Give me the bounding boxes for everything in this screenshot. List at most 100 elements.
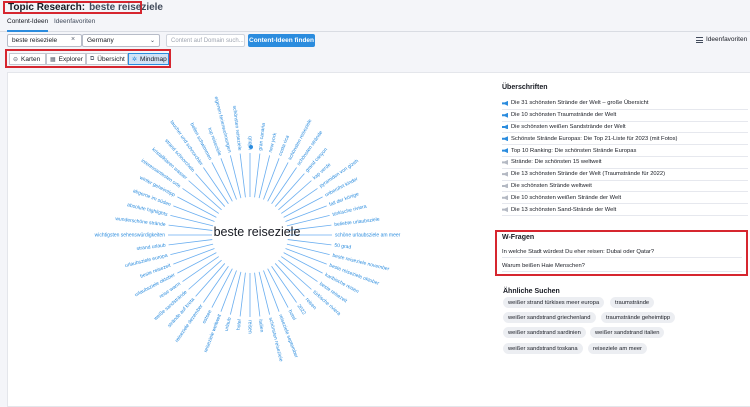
w-questions-title: W-Fragen [502, 234, 535, 241]
similar-search-chip[interactable]: weißer strand türkises meer europa [503, 297, 605, 308]
megaphone-icon [502, 183, 508, 189]
megaphone-icon [502, 148, 508, 154]
heading-item[interactable]: Die schönsten weißen Sandstrände der Wel… [502, 122, 748, 134]
mindmap: urlaub gran canaria new york costa ricaschö… [95, 96, 401, 363]
question-item[interactable]: In welche Stadt würdest Du eher reisen: … [502, 246, 742, 258]
megaphone-icon [502, 171, 508, 177]
heading-item-text: Die schönsten Strände weltweit [511, 182, 592, 189]
mindmap-branch [281, 188, 318, 214]
mindmap-topic-label[interactable]: schönsten reiseziele [231, 105, 242, 151]
similar-search-chip[interactable]: traumstrände geheimtipp [601, 312, 676, 323]
mindmap-branch [285, 248, 327, 265]
mindmap-branch [203, 167, 229, 204]
mindmap-branch [258, 271, 271, 315]
mindmap-topic-label[interactable]: 2022 [296, 303, 307, 316]
similar-searches-title: Ähnliche Suchen [503, 288, 560, 295]
heading-item[interactable]: Die 10 schönsten weißen Strände der Welt [502, 192, 748, 205]
mindmap-topic-label[interactable]: hotel [236, 319, 243, 330]
mindmap-branch [168, 224, 213, 231]
heading-item[interactable]: Die 13 schönsten Sand-Strände der Welt [502, 204, 748, 216]
heading-item[interactable]: Die 31 schönsten Strände der Welt – groß… [502, 98, 748, 110]
mindmap-node-dot [249, 145, 253, 149]
mindmap-branch [271, 167, 297, 204]
mindmap-branch [263, 270, 280, 312]
similar-search-chip[interactable]: weißer sandstrand sardinien [503, 327, 586, 338]
similar-search-chip[interactable]: traumstrände [610, 297, 655, 308]
mindmap-topic-label[interactable]: schönsten reiseziele [287, 118, 313, 161]
mindmap-topic-label[interactable]: new york [268, 132, 279, 153]
heading-item-text: Die 10 schönsten Traumstrände der Welt [511, 112, 617, 119]
headings-title: Überschriften [502, 84, 548, 91]
mindmap-branch [220, 270, 237, 312]
headings-list: Die 31 schönsten Strände der Welt – groß… [502, 98, 748, 216]
mindmap-branch [170, 243, 214, 256]
heading-item-text: Schönste Strände Europas: Die Top 21-Lis… [511, 135, 678, 142]
mindmap-topic-label[interactable]: gran canaria [258, 122, 267, 151]
heading-item[interactable]: Schönste Strände Europas: Die Top 21-Lis… [502, 133, 748, 146]
mindmap-center-label: beste reiseziele [214, 225, 301, 239]
mindmap-branch [239, 272, 246, 317]
similar-search-chip[interactable]: weißer sandstrand italien [590, 327, 665, 338]
mindmap-branch [281, 256, 318, 282]
mindmap-branch [239, 153, 246, 198]
mindmap-topic-label[interactable]: reisen [247, 320, 253, 334]
similar-search-chip[interactable]: weißer sandstrand griechenland [503, 312, 596, 323]
mindmap-branch [182, 256, 219, 282]
heading-item[interactable]: Die 13 schönsten Strände der Welt (Traum… [502, 169, 748, 181]
mindmap-branch [285, 205, 327, 222]
mindmap-branch [203, 266, 229, 303]
mindmap-topic-label[interactable]: 50 grad [334, 243, 352, 251]
heading-item-text: Die 10 schönsten weißen Strände der Welt [511, 194, 622, 201]
mindmap-branch [182, 188, 219, 214]
mindmap-branch [220, 158, 237, 200]
megaphone-icon [502, 159, 508, 165]
heading-item-text: Top 10 Ranking: Die schönsten Strände Eu… [511, 147, 637, 154]
heading-item[interactable]: Top 10 Ranking: Die schönsten Strände Eu… [502, 145, 748, 157]
mindmap-topic-label[interactable]: wichtigsten sehenswürdigkeiten [95, 232, 166, 238]
heading-item[interactable]: Die schönsten Strände weltweit [502, 181, 748, 193]
mindmap-branch [287, 239, 332, 246]
list-icon [696, 36, 703, 43]
w-questions-section: W-Fragen In welche Stadt würdest Du eher… [495, 230, 748, 276]
mindmap-topic-label[interactable]: beliebte urlaubsziele [334, 217, 380, 228]
similar-search-chip[interactable]: reiseziele am meer [588, 343, 647, 354]
mindmap-branch [258, 155, 271, 199]
mindmap-topic-label[interactable]: wunderschöne strände [115, 216, 166, 228]
mindmap-topic-label[interactable]: strand urlaub [136, 243, 166, 252]
mindmap-topic-label[interactable]: reisen [304, 297, 318, 311]
question-item[interactable]: Warum beißen Haie Menschen? [502, 260, 742, 272]
mindmap-topic-label[interactable]: schöne urlaubsziele am meer [335, 232, 401, 238]
mindmap-topic-label[interactable]: türkische riviera [332, 204, 368, 218]
favorites-link-label: Ideenfavoriten [706, 36, 748, 43]
mindmap-topic-label[interactable]: italien [257, 319, 265, 333]
mindmap-branch [254, 153, 261, 198]
mindmap-branch [271, 266, 297, 303]
mindmap-branch [173, 205, 215, 222]
mindmap-branch [170, 214, 214, 227]
mindmap-branch [263, 158, 280, 200]
heading-item-text: Strände: Die schönsten 15 weltweit [511, 159, 602, 166]
heading-item-text: Die 13 schönsten Strände der Welt (Traum… [511, 171, 666, 178]
megaphone-icon [502, 124, 508, 130]
mindmap-topic-label[interactable]: urlaub [224, 317, 233, 332]
mindmap-branch [286, 243, 330, 256]
mindmap-branch [229, 271, 242, 315]
heading-item-text: Die 31 schönsten Strände der Welt – groß… [511, 100, 649, 107]
megaphone-icon [502, 195, 508, 201]
megaphone-icon [502, 100, 508, 106]
megaphone-icon [502, 136, 508, 142]
heading-item[interactable]: Die 10 schönsten Traumstrände der Welt [502, 110, 748, 122]
mindmap-branch [168, 239, 213, 246]
mindmap-topic-label[interactable]: reiseziele dezember [174, 303, 205, 344]
mindmap-branch [173, 248, 215, 265]
similar-search-chip[interactable]: weißer sandstrand toskana [503, 343, 583, 354]
favorites-link[interactable]: Ideenfavoriten [696, 36, 747, 43]
mindmap-branch [254, 272, 261, 317]
heading-item-text: Die 13 schönsten Sand-Strände der Welt [511, 206, 617, 213]
megaphone-icon [502, 207, 508, 213]
heading-item-text: Die schönsten weißen Sandstrände der Wel… [511, 123, 626, 130]
mindmap-topic-label[interactable]: hotel [287, 309, 297, 321]
heading-item[interactable]: Strände: Die schönsten 15 weltweit [502, 157, 748, 169]
mindmap-topic-label[interactable]: ostsee [201, 309, 213, 325]
mindmap-branch [229, 155, 242, 199]
